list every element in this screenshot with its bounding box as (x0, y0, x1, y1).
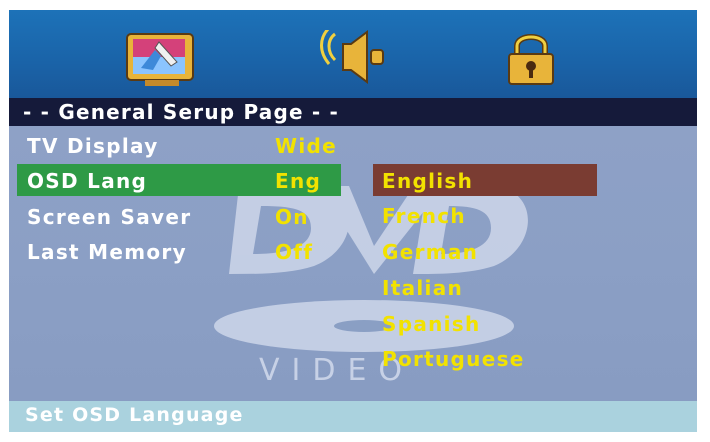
menu-value: On (275, 205, 309, 229)
option-portuguese[interactable]: Portuguese (382, 347, 525, 371)
top-icon-bar (9, 10, 697, 98)
menu-label: OSD Lang (27, 169, 148, 193)
option-english[interactable]: English (382, 169, 473, 193)
speaker-icon[interactable] (317, 30, 387, 88)
status-bar: Set OSD Language (9, 401, 697, 432)
option-spanish[interactable]: Spanish (382, 312, 481, 336)
menu-row-tv-display[interactable]: TV Display Wide (9, 130, 697, 164)
tv-settings-icon[interactable] (123, 30, 203, 88)
status-text: Set OSD Language (25, 404, 244, 426)
menu-row-last-memory[interactable]: Last Memory Off (9, 236, 697, 270)
osd-screen: - - General Serup Page - - VIDEO TV Disp… (9, 10, 697, 432)
menu-row-screen-saver[interactable]: Screen Saver On (9, 201, 697, 235)
lock-icon[interactable] (503, 30, 559, 88)
menu-label: Screen Saver (27, 205, 192, 229)
menu-value: Eng (275, 169, 322, 193)
menu-label: Last Memory (27, 240, 187, 264)
page-title-bar: - - General Serup Page - - (9, 98, 697, 126)
page-title: - - General Serup Page - - (23, 100, 340, 124)
menu-row-osd-lang[interactable]: OSD Lang Eng (9, 165, 697, 199)
menu-label: TV Display (27, 134, 159, 158)
menu-value: Off (275, 240, 314, 264)
option-italian[interactable]: Italian (382, 276, 463, 300)
menu-value: Wide (275, 134, 337, 158)
option-german[interactable]: German (382, 240, 478, 264)
option-french[interactable]: French (382, 204, 466, 228)
